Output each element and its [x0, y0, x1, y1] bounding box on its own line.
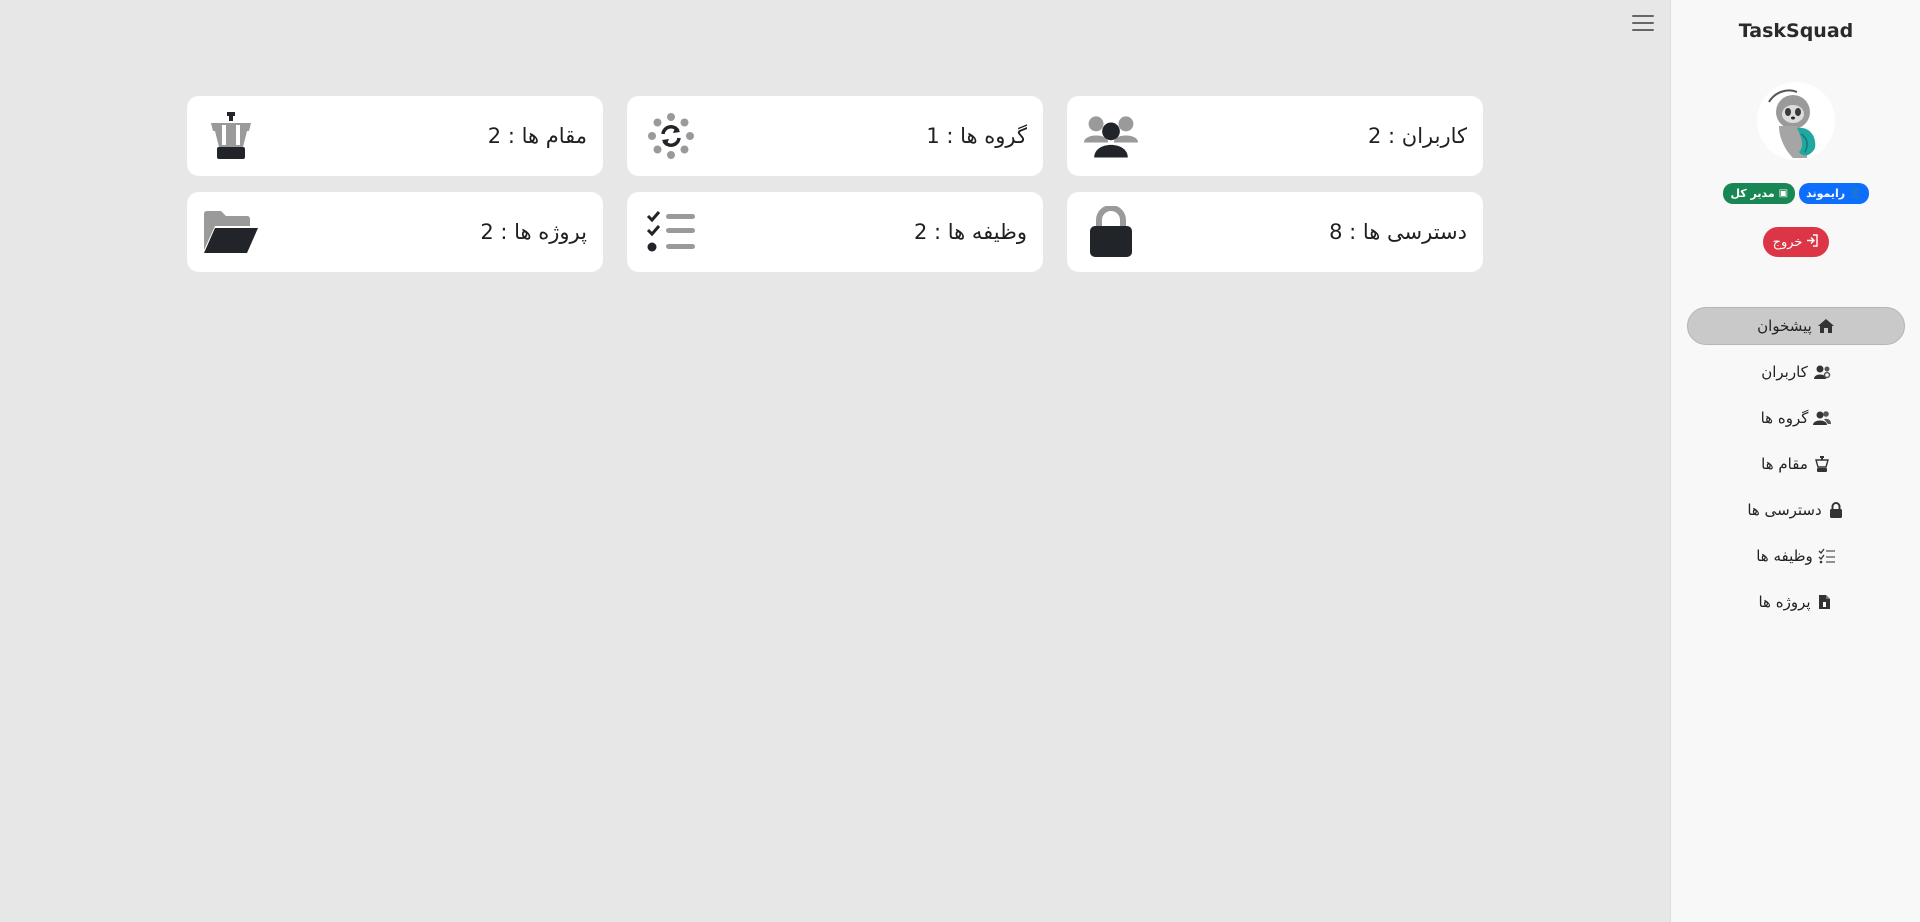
sidebar-item-label: پیشخوان: [1757, 317, 1812, 335]
stat-groups-label: گروه ها : 1: [926, 124, 1027, 148]
stat-permissions-label: دسترسی ها : 8: [1329, 220, 1467, 244]
stat-tasks-label: وظیفه ها : 2: [913, 220, 1027, 244]
user-badges: 👤 رایموند ▣ مدیر کل: [1671, 183, 1920, 204]
sidebar-item-tasks[interactable]: وظیفه ها: [1687, 537, 1905, 575]
stat-card-users[interactable]: کاربران : 2: [1067, 96, 1483, 176]
stat-positions-label: مقام ها : 2: [487, 124, 587, 148]
logout-button[interactable]: خروج: [1763, 227, 1829, 257]
list-check-icon: [1818, 547, 1836, 565]
main-content: کاربران : 2 گروه ها : 1 مقام ها: 2 دستر…: [0, 0, 1670, 922]
lock-icon: [1083, 204, 1139, 260]
sidebar-item-dashboard[interactable]: پیشخوان: [1687, 307, 1905, 345]
sidebar-item-users[interactable]: کاربران: [1687, 353, 1905, 391]
list-check-icon: [643, 204, 699, 260]
menu-toggle-icon[interactable]: [1632, 12, 1654, 34]
username-text: رایموند: [1806, 187, 1846, 200]
logout-label: خروج: [1772, 234, 1803, 250]
role-badge: ▣ مدیر کل: [1723, 183, 1796, 204]
stat-projects-label: پروژه ها : 2: [480, 220, 587, 244]
sidebar-item-label: کاربران: [1761, 363, 1808, 381]
lock-icon: [1827, 501, 1845, 519]
logout-icon: [1806, 233, 1819, 251]
user-group-icon: [1813, 409, 1832, 427]
stat-card-tasks[interactable]: وظیفه ها : 2: [627, 192, 1043, 272]
home-icon: [1817, 317, 1835, 335]
sidebar-item-permissions[interactable]: دسترسی ها: [1687, 491, 1905, 529]
sidebar-item-label: پروژه ها: [1758, 593, 1811, 611]
sidebar-item-label: وظیفه ها: [1756, 547, 1813, 565]
folder-open-icon: [203, 204, 259, 260]
sidebar-item-label: دسترسی ها: [1747, 501, 1822, 519]
brand-title: TaskSquad: [1738, 20, 1854, 42]
sidebar-item-label: گروه ها: [1760, 409, 1809, 427]
sidebar-item-projects[interactable]: پروژه ها: [1687, 583, 1905, 621]
group-sync-icon: [643, 108, 699, 164]
avatar[interactable]: [1757, 82, 1835, 160]
briefcase-icon: ▣: [1778, 188, 1789, 199]
stat-card-permissions[interactable]: دسترسی ها : 8: [1067, 192, 1483, 272]
sidebar: TaskSquad 👤 رایموند ▣ مدیر کل خروج پیشخو…: [1670, 0, 1920, 922]
chess-rook-icon: [203, 108, 259, 164]
stat-card-positions[interactable]: مقام ها : 2: [187, 96, 603, 176]
role-text: مدیر کل: [1730, 187, 1775, 200]
stat-card-projects[interactable]: پروژه ها : 2: [187, 192, 603, 272]
sidebar-nav: پیشخوان کاربران گروه ها مقام ها دسترسی ه…: [1687, 307, 1905, 629]
stat-card-groups[interactable]: گروه ها : 1: [627, 96, 1043, 176]
chess-rook-icon: [1813, 455, 1831, 473]
users-gear-icon: [1813, 363, 1831, 381]
sidebar-item-positions[interactable]: مقام ها: [1687, 445, 1905, 483]
file-icon: [1816, 593, 1834, 611]
user-icon: 👤: [1849, 188, 1862, 199]
sidebar-item-groups[interactable]: گروه ها: [1687, 399, 1905, 437]
users-icon: [1083, 108, 1139, 164]
stat-users-label: کاربران : 2: [1367, 124, 1467, 148]
username-badge: 👤 رایموند: [1799, 183, 1869, 204]
sidebar-item-label: مقام ها: [1761, 455, 1808, 473]
